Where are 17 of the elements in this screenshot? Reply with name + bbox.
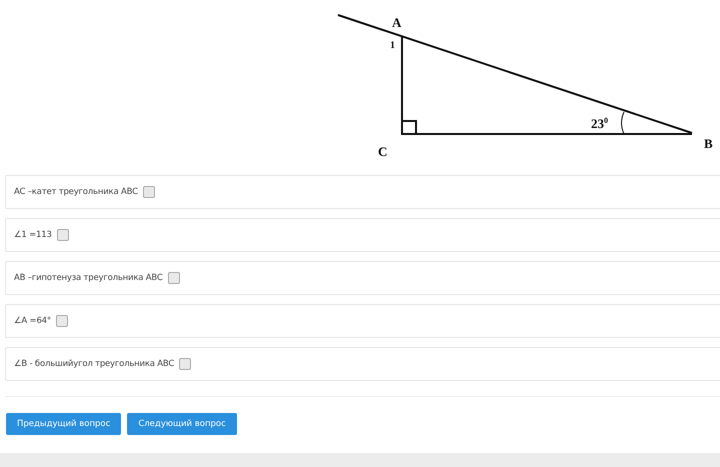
vertex-label: 23$^{0}$ — [591, 116, 608, 131]
vertex-label: B — [704, 136, 713, 151]
checkbox[interactable] — [56, 315, 68, 327]
statement-text: ∠1 =113 — [14, 230, 52, 240]
statement-text: AC –катет треугольника ABC — [14, 187, 138, 197]
statement-text: ∠B - большийугол треугольника ABC — [14, 359, 174, 369]
previous-button[interactable]: Предыдущий вопрос — [6, 413, 122, 435]
vertex-label: A — [392, 15, 402, 30]
vertex-label: 1 — [390, 40, 395, 51]
next-button[interactable]: Следующий вопрос — [127, 413, 237, 435]
vertex-label: C — [378, 144, 388, 159]
checkbox[interactable] — [56, 229, 69, 241]
statement-text: AB –гипотенуза треугольника ABC — [14, 273, 163, 283]
checkbox[interactable] — [168, 272, 180, 284]
checkbox[interactable] — [179, 358, 192, 370]
statement-text: ∠A =64° — [14, 316, 51, 326]
checkbox[interactable] — [142, 186, 155, 198]
